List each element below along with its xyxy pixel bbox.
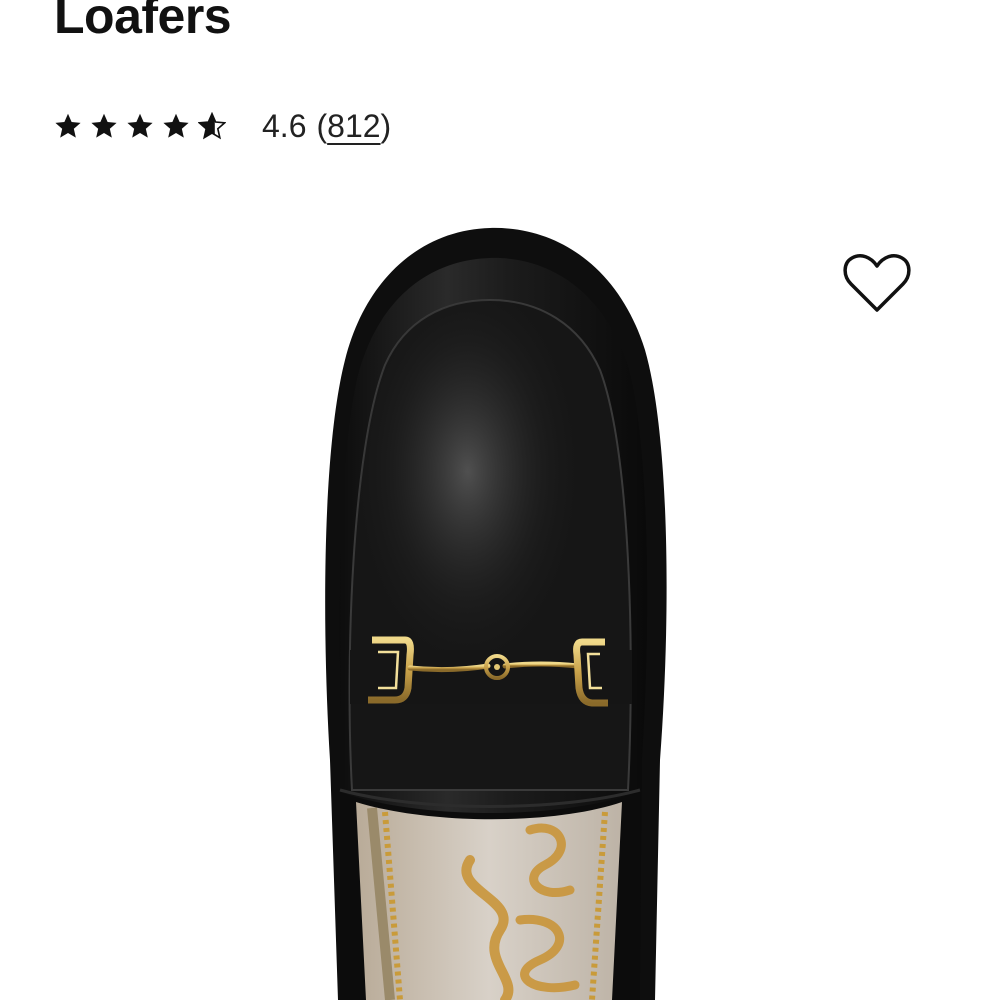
review-count-link-wrapper: (812) — [316, 108, 391, 145]
open-paren: ( — [316, 107, 328, 144]
close-paren: ) — [380, 107, 392, 144]
review-count-link[interactable]: 812 — [327, 108, 380, 145]
product-page: Loafers 4.6 (812) — [0, 0, 999, 1000]
product-image[interactable] — [0, 200, 999, 1000]
star-rating — [54, 112, 226, 140]
product-title: Loafers — [54, 0, 232, 44]
rating-value: 4.6 — [262, 108, 307, 144]
star-full-icon — [91, 113, 117, 138]
rating-summary: 4.6 (812) — [54, 104, 391, 148]
star-partial-icon — [198, 112, 226, 140]
heart-outline-icon[interactable] — [842, 252, 912, 316]
star-full-icon — [55, 113, 81, 138]
star-full-icon — [127, 113, 153, 138]
star-full-icon — [163, 113, 189, 138]
